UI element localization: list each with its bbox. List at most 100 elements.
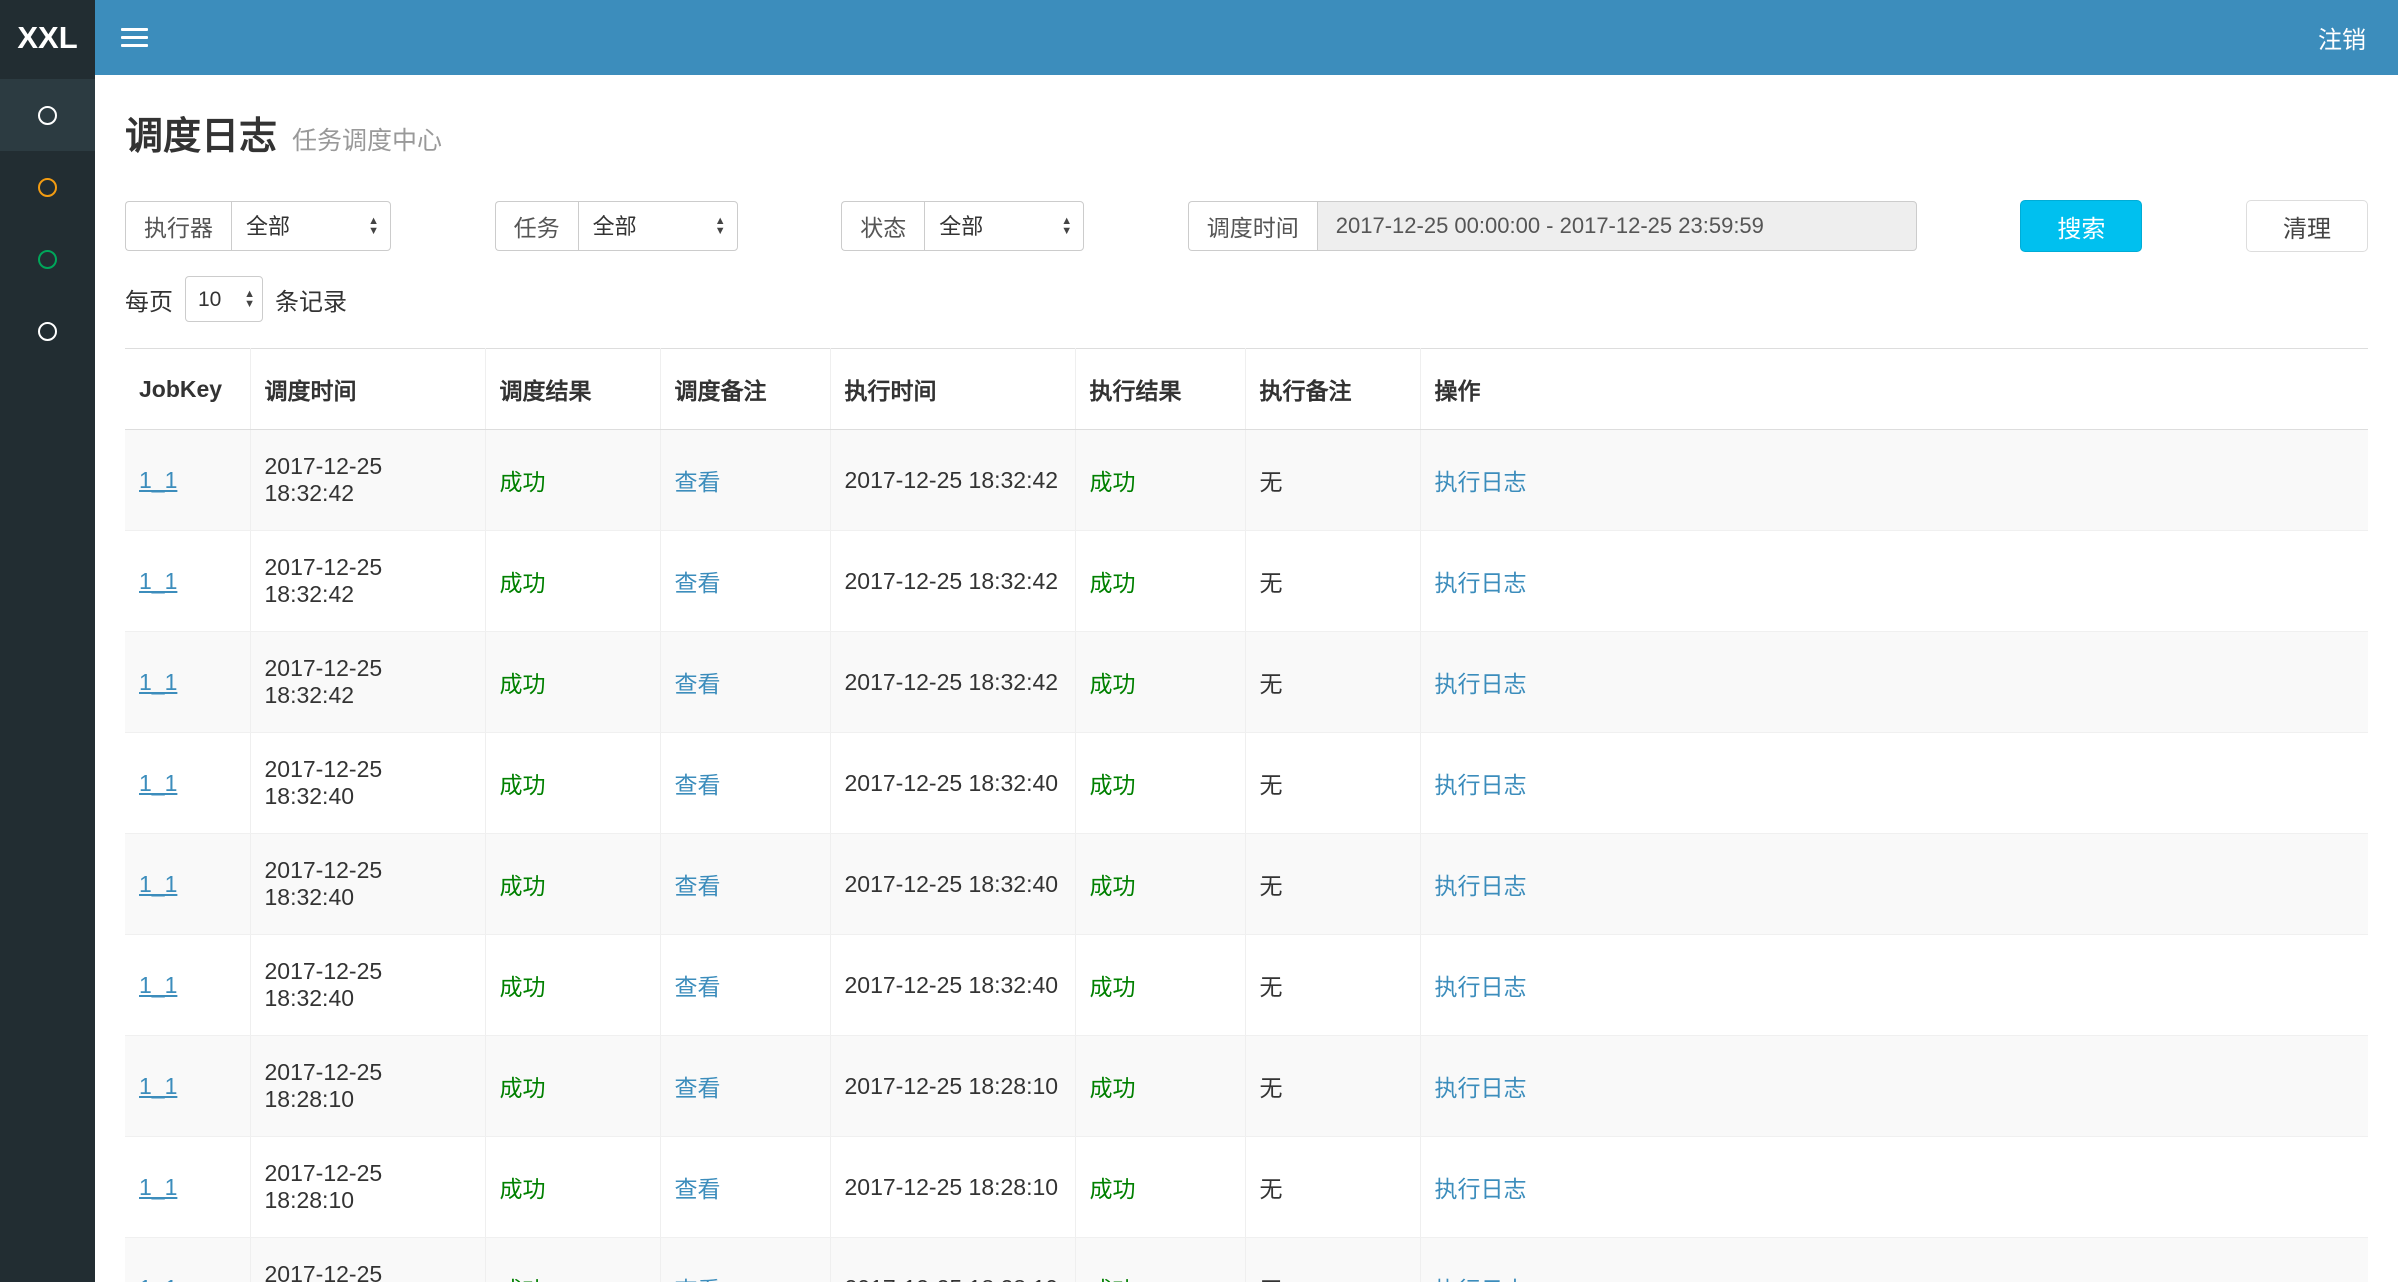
job-key-link[interactable]: 1_1: [139, 1174, 177, 1200]
app-logo[interactable]: XXL: [0, 0, 95, 75]
dispatch-remark-link-cell: 查看: [660, 733, 830, 834]
dispatch-remark-link[interactable]: 查看: [675, 671, 721, 697]
dispatch-result-status-cell: 成功: [485, 1137, 660, 1238]
dispatch-time-cell: 2017-12-25 18:32:42: [250, 632, 485, 733]
dispatch-time-range-input[interactable]: [1317, 201, 1917, 251]
job-key-link-cell: 1_1: [125, 632, 250, 733]
dispatch-result-status: 成功: [500, 1277, 546, 1282]
exec-log-link[interactable]: 执行日志: [1435, 772, 1527, 798]
exec-result-status: 成功: [1090, 873, 1136, 899]
circle-icon: [38, 106, 57, 125]
dispatch-remark-link-cell: 查看: [660, 1036, 830, 1137]
job-key-link[interactable]: 1_1: [139, 871, 177, 897]
page-size-prefix-label: 每页: [125, 282, 173, 317]
dispatch-result-status: 成功: [500, 974, 546, 1000]
sidebar-item-1[interactable]: [0, 79, 95, 151]
dispatch-result-status: 成功: [500, 1075, 546, 1101]
exec-result-status-cell: 成功: [1075, 1036, 1245, 1137]
job-key-link[interactable]: 1_1: [139, 467, 177, 493]
dispatch-time-cell: 2017-12-25 18:28:10: [250, 1238, 485, 1282]
exec-log-link[interactable]: 执行日志: [1435, 570, 1527, 596]
dispatch-result-status: 成功: [500, 873, 546, 899]
dispatch-remark-link-cell: 查看: [660, 430, 830, 531]
exec-time-cell: 2017-12-25 18:32:42: [830, 531, 1075, 632]
top-navbar: XXL 注销: [0, 0, 2398, 75]
table-row: 1_12017-12-25 18:32:42成功查看2017-12-25 18:…: [125, 531, 2368, 632]
page-size-select[interactable]: 10: [185, 276, 263, 322]
dispatch-result-status-cell: 成功: [485, 733, 660, 834]
dispatch-result-status: 成功: [500, 469, 546, 495]
sidebar-item-4[interactable]: [0, 295, 95, 367]
exec-time-cell: 2017-12-25 18:28:10: [830, 1036, 1075, 1137]
dispatch-time-cell: 2017-12-25 18:32:40: [250, 733, 485, 834]
exec-remark-cell: 无: [1245, 632, 1420, 733]
column-header: 调度时间: [250, 349, 485, 430]
executor-select[interactable]: 全部: [231, 201, 391, 251]
dispatch-remark-link[interactable]: 查看: [675, 772, 721, 798]
exec-log-link[interactable]: 执行日志: [1435, 974, 1527, 1000]
circle-icon: [38, 322, 57, 341]
table-row: 1_12017-12-25 18:28:10成功查看2017-12-25 18:…: [125, 1238, 2368, 1282]
page-header: 调度日志 任务调度中心: [110, 75, 2383, 180]
dispatch-result-status-cell: 成功: [485, 430, 660, 531]
circle-icon: [38, 178, 57, 197]
exec-result-status-cell: 成功: [1075, 632, 1245, 733]
clear-button[interactable]: 清理: [2246, 200, 2368, 252]
table-row: 1_1 2017-12-25 18:32:40 成功 查看 2017-12-25 18:…: [125, 834, 2368, 935]
dispatch-result-status-cell: 成功: [485, 632, 660, 733]
exec-log-link[interactable]: 执行日志: [1435, 1277, 1527, 1282]
log-table-head: JobKey调度时间调度结果调度备注执行时间执行结果执行备注操作: [125, 349, 2368, 430]
exec-result-status-cell: 成功: [1075, 430, 1245, 531]
column-header: 执行时间: [830, 349, 1075, 430]
exec-remark-cell: 无: [1245, 733, 1420, 834]
job-key-link[interactable]: 1_1: [139, 1275, 177, 1282]
dispatch-remark-link[interactable]: 查看: [675, 570, 721, 596]
job-key-link[interactable]: 1_1: [139, 568, 177, 594]
exec-time-cell: 2017-12-25 18:32:40: [830, 733, 1075, 834]
exec-time-cell: 2017-12-25 18:28:10: [830, 1137, 1075, 1238]
exec-time-cell: 2017-12-25 18:32:40: [830, 935, 1075, 1036]
exec-log-link-cell: 执行日志: [1420, 1137, 2368, 1238]
table-row: 1_12017-12-25 18:28:10成功查看2017-12-25 18:…: [125, 1036, 2368, 1137]
dispatch-remark-link-cell: 查看: [660, 834, 830, 935]
search-button[interactable]: 搜索: [2020, 200, 2142, 252]
filter-bar: 执行器 全部 ▲▼ 任务 全部 ▲▼ 状态: [125, 200, 2368, 252]
table-row: 1_12017-12-25 18:32:40成功查看2017-12-25 18:…: [125, 935, 2368, 1036]
status-select-wrap: 全部 ▲▼: [924, 201, 1084, 251]
job-select[interactable]: 全部: [578, 201, 738, 251]
dispatch-remark-link[interactable]: 查看: [675, 1075, 721, 1101]
job-key-link[interactable]: 1_1: [139, 972, 177, 998]
exec-log-link[interactable]: 执行日志: [1435, 469, 1527, 495]
exec-log-link-cell: 执行日志: [1420, 1238, 2368, 1282]
exec-result-status-cell: 成功: [1075, 733, 1245, 834]
job-label: 任务: [495, 201, 578, 251]
exec-result-status-cell: 成功: [1075, 1238, 1245, 1282]
dispatch-time-cell: 2017-12-25 18:32:40: [250, 834, 485, 935]
exec-time-cell: 2017-12-25 18:32:40: [830, 834, 1075, 935]
exec-log-link[interactable]: 执行日志: [1435, 671, 1527, 697]
sidebar-toggle-button[interactable]: [95, 0, 174, 75]
exec-log-link-cell: 执行日志: [1420, 430, 2368, 531]
exec-log-link[interactable]: 执行日志: [1435, 1176, 1527, 1202]
table-row: 1_12017-12-25 18:32:42成功查看2017-12-25 18:…: [125, 430, 2368, 531]
dispatch-remark-link[interactable]: 查看: [675, 974, 721, 1000]
dispatch-remark-link[interactable]: 查看: [675, 1277, 721, 1282]
logout-link[interactable]: 注销: [2318, 20, 2366, 55]
dispatch-remark-link[interactable]: 查看: [675, 873, 721, 899]
job-key-link[interactable]: 1_1: [139, 1073, 177, 1099]
status-select[interactable]: 全部: [924, 201, 1084, 251]
dispatch-time-cell: 2017-12-25 18:28:10: [250, 1137, 485, 1238]
exec-log-link[interactable]: 执行日志: [1435, 1075, 1527, 1101]
sidebar-item-3[interactable]: [0, 223, 95, 295]
exec-log-link[interactable]: 执行日志: [1435, 873, 1527, 899]
dispatch-remark-link[interactable]: 查看: [675, 469, 721, 495]
job-key-link[interactable]: 1_1: [139, 669, 177, 695]
exec-remark-cell: 无: [1245, 1137, 1420, 1238]
job-key-link[interactable]: 1_1: [139, 770, 177, 796]
dispatch-remark-link[interactable]: 查看: [675, 1176, 721, 1202]
dispatch-remark-link-cell: 查看: [660, 1137, 830, 1238]
dispatch-remark-link-cell: 查看: [660, 531, 830, 632]
page-size-suffix-label: 条记录: [275, 282, 347, 317]
exec-log-link-cell: 执行日志: [1420, 834, 2368, 935]
sidebar-item-2[interactable]: [0, 151, 95, 223]
